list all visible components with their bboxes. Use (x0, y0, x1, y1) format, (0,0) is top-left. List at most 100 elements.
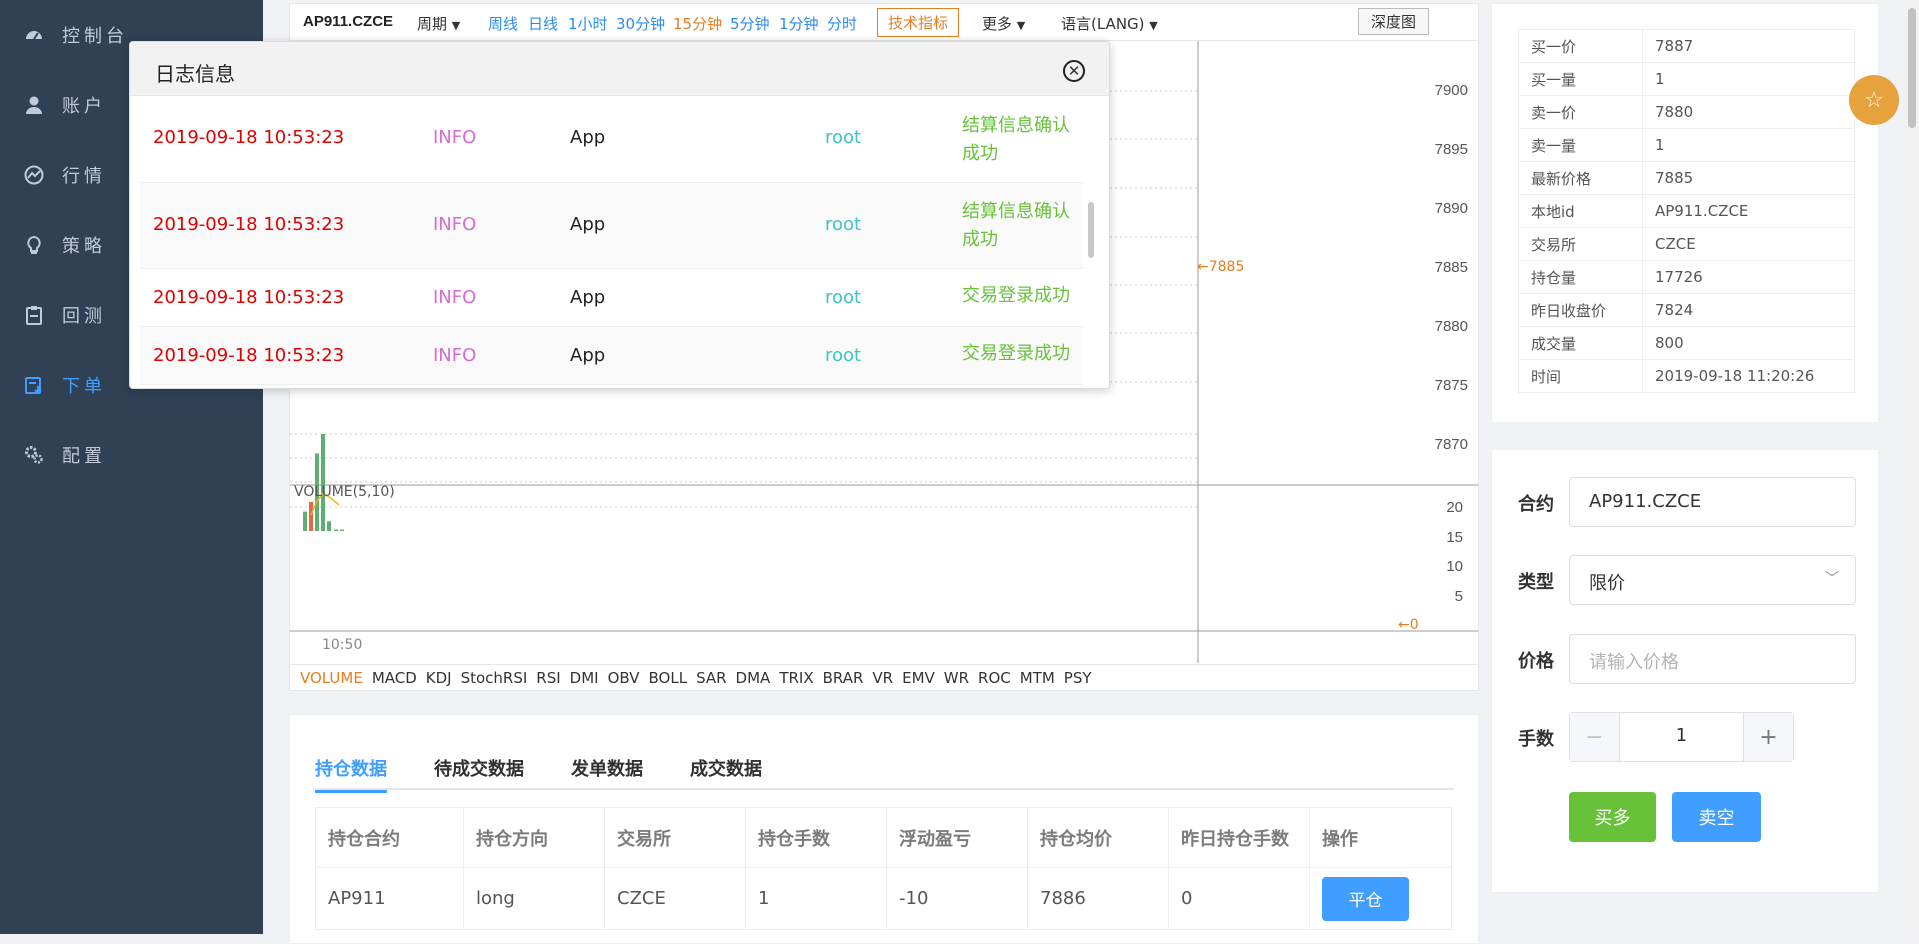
quote-row: 成交量 800 (1518, 326, 1855, 360)
quote-label: 卖一量 (1518, 128, 1643, 162)
type-select[interactable]: 限价 ﹀ (1569, 555, 1856, 605)
indicator-mtm[interactable]: MTM (1020, 669, 1055, 687)
indicator-dmi[interactable]: DMI (570, 669, 599, 687)
sidebar-item-settings[interactable]: 配置 (0, 420, 263, 490)
quote-label: 买一量 (1518, 62, 1643, 96)
contract-label: 合约 (1518, 494, 1554, 515)
chart-toolbar: AP911.CZCE 周期 ▼ 周线 日线 1小时 30分钟 15分钟 5分钟 … (290, 4, 1478, 41)
quote-value: 7824 (1642, 293, 1855, 327)
cell-pnl: -10 (886, 867, 1028, 930)
period-timeshare[interactable]: 分时 (827, 13, 857, 34)
indicator-kdj[interactable]: KDJ (426, 669, 452, 687)
indicator-obv[interactable]: OBV (608, 669, 640, 687)
indicator-stochrsi[interactable]: StochRSI (461, 669, 528, 687)
volume-tick: 20 (1446, 499, 1463, 516)
indicator-emv[interactable]: EMV (902, 669, 935, 687)
indicator-sar[interactable]: SAR (696, 669, 726, 687)
indicator-vr[interactable]: VR (872, 669, 893, 687)
indicator-volume[interactable]: VOLUME (300, 669, 363, 687)
caret-down-icon: ▼ (1016, 19, 1026, 32)
period-1h[interactable]: 1小时 (568, 13, 608, 34)
tab-pending-orders[interactable]: 待成交数据 (434, 755, 524, 781)
language-dropdown[interactable]: 语言(LANG) ▼ (1061, 13, 1158, 34)
quote-value: 17726 (1642, 260, 1855, 294)
column-header: 持仓合约 (315, 807, 464, 868)
quote-row: 买一价 7887 (1518, 29, 1855, 63)
quote-label: 昨日收盘价 (1518, 293, 1643, 327)
log-modal-title: 日志信息 (155, 62, 235, 86)
star-icon[interactable]: ☆ (1849, 75, 1899, 125)
log-scrollbar[interactable] (1088, 202, 1094, 258)
volume-tick: 5 (1454, 588, 1463, 605)
log-app: App (570, 214, 606, 235)
language-label: 语言(LANG) (1061, 15, 1145, 33)
position-data-panel: 持仓数据 待成交数据 发单数据 成交数据 持仓合约 持仓方向 交易所 持仓手数 … (289, 714, 1479, 944)
sidebar-item-label: 控制台 (62, 26, 128, 47)
volume-bar (340, 529, 344, 531)
log-row: 2019-09-18 10:53:23 INFO App root 交易登录成功 (140, 327, 1083, 385)
indicator-trix[interactable]: TRIX (779, 669, 813, 687)
quote-row: 昨日收盘价 7824 (1518, 293, 1855, 327)
indicator-rsi[interactable]: RSI (536, 669, 560, 687)
price-input[interactable]: 请输入价格 (1569, 634, 1856, 684)
price-tick: 7880 (1434, 318, 1468, 335)
indicator-macd[interactable]: MACD (372, 669, 417, 687)
sell-short-button[interactable]: 卖空 (1672, 792, 1761, 842)
price-tick: 7875 (1434, 377, 1468, 394)
depth-chart-button[interactable]: 深度图 (1358, 8, 1430, 35)
close-icon[interactable]: ✕ (1063, 60, 1085, 82)
caret-down-icon: ▼ (451, 19, 461, 32)
quote-value: 7887 (1642, 29, 1855, 63)
period-5m[interactable]: 5分钟 (730, 13, 770, 34)
quantity-value[interactable]: 1 (1620, 725, 1743, 746)
chart-symbol: AP911.CZCE (303, 13, 394, 30)
chart-icon (24, 165, 44, 185)
table-row: AP911 long CZCE 1 -10 7886 0 平仓 (315, 867, 1452, 930)
period-dropdown[interactable]: 周期 ▼ (417, 13, 460, 34)
price-tick: 7900 (1434, 82, 1468, 99)
quote-label: 成交量 (1518, 326, 1643, 360)
indicator-boll[interactable]: BOLL (649, 669, 688, 687)
indicator-psy[interactable]: PSY (1064, 669, 1092, 687)
decrement-button[interactable]: − (1570, 713, 1620, 761)
indicator-roc[interactable]: ROC (978, 669, 1011, 687)
gears-icon (24, 445, 44, 465)
indicator-button[interactable]: 技术指标 (877, 8, 960, 37)
quote-row: 交易所 CZCE (1518, 227, 1855, 261)
sidebar-item-label: 回测 (62, 306, 106, 327)
period-15m[interactable]: 15分钟 (673, 13, 722, 34)
tab-trades[interactable]: 成交数据 (690, 755, 762, 781)
volume-zero-marker: ←0 (1398, 617, 1419, 633)
scrollbar-thumb[interactable] (1908, 8, 1916, 128)
log-time: 2019-09-18 10:53:23 (153, 287, 345, 308)
last-price-value: 7885 (1208, 259, 1245, 275)
volume-bars (303, 434, 344, 531)
indicator-brar[interactable]: BRAR (823, 669, 864, 687)
period-30m[interactable]: 30分钟 (616, 13, 665, 34)
quote-label: 交易所 (1518, 227, 1643, 261)
period-daily[interactable]: 日线 (528, 13, 558, 34)
tab-sent-orders[interactable]: 发单数据 (571, 755, 643, 781)
log-modal: 日志信息 ✕ 2019-09-18 10:53:23 INFO App root… (129, 41, 1110, 389)
indicator-wr[interactable]: WR (944, 669, 969, 687)
page-scrollbar[interactable] (1905, 0, 1919, 934)
user-icon (24, 95, 44, 115)
column-header: 操作 (1309, 807, 1452, 868)
close-position-button[interactable]: 平仓 (1322, 876, 1409, 921)
volume-bar (321, 434, 325, 531)
indicator-dma[interactable]: DMA (736, 669, 771, 687)
log-row: 2019-09-18 10:53:23 INFO App root 交易登录成功 (140, 269, 1083, 327)
column-header: 持仓均价 (1027, 807, 1169, 868)
more-dropdown[interactable]: 更多 ▼ (982, 13, 1025, 34)
period-1m[interactable]: 1分钟 (779, 13, 819, 34)
buy-long-button[interactable]: 买多 (1569, 792, 1656, 842)
volume-tick: 10 (1446, 558, 1463, 575)
contract-input[interactable]: AP911.CZCE (1569, 477, 1856, 527)
increment-button[interactable]: + (1743, 713, 1793, 761)
period-weekly[interactable]: 周线 (488, 13, 518, 34)
time-tick: 10:50 (322, 637, 363, 653)
volume-bar (309, 501, 313, 531)
quote-label: 时间 (1518, 359, 1643, 393)
log-level: INFO (433, 287, 477, 308)
volume-bar (334, 529, 338, 531)
